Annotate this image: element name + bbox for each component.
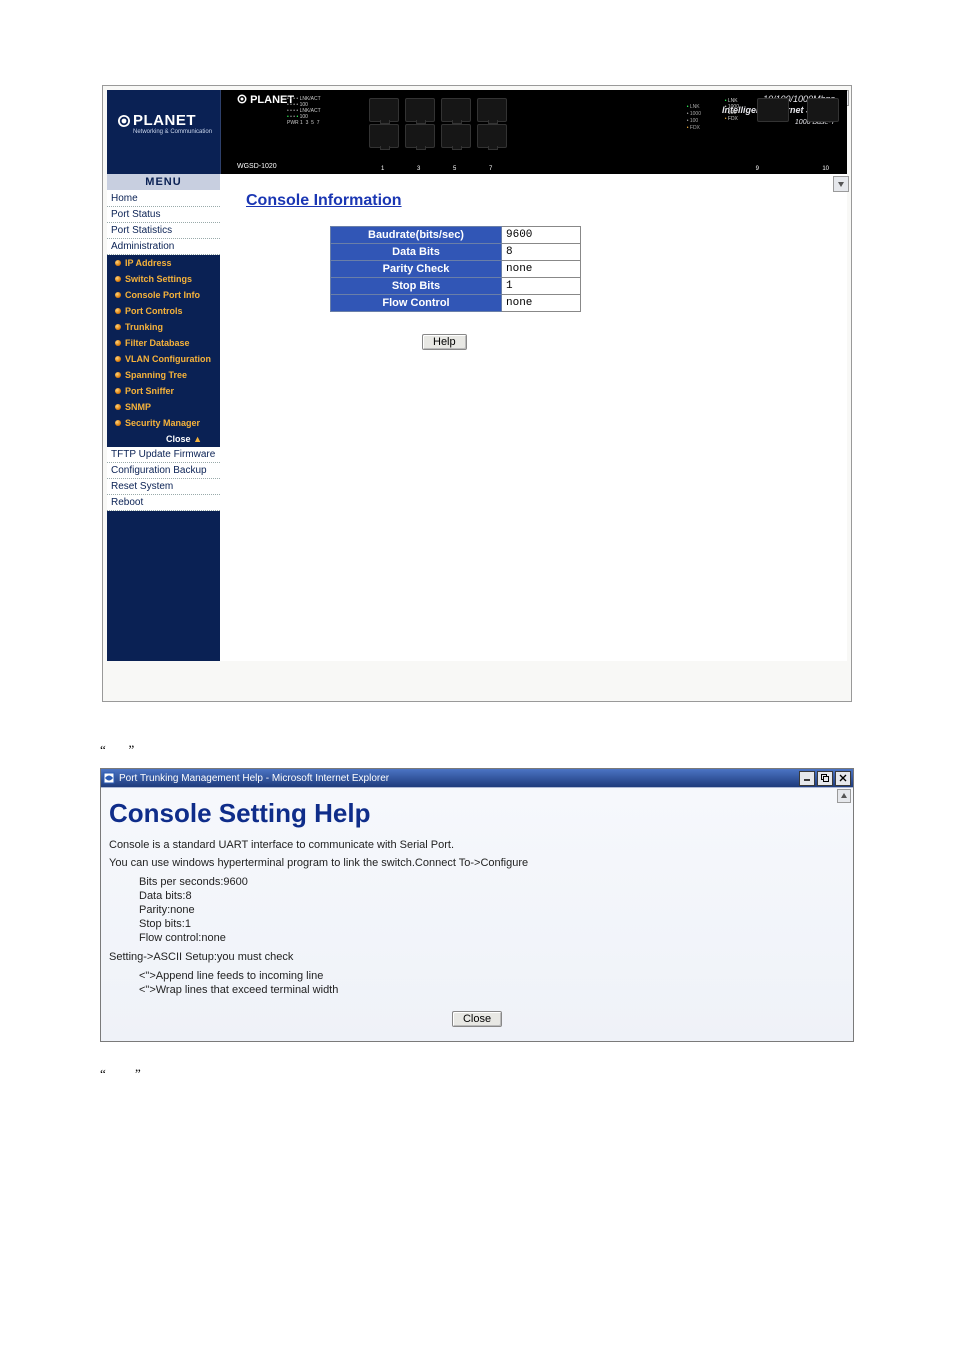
nav-port-sniffer[interactable]: Port Sniffer: [107, 383, 220, 399]
nav-close[interactable]: Close ▲: [107, 431, 220, 447]
help-heading: Console Setting Help: [109, 798, 845, 829]
row-stopbits-value: 1: [502, 278, 581, 295]
help-scroll-up-icon[interactable]: [837, 789, 851, 803]
nav-snmp[interactable]: SNMP: [107, 399, 220, 415]
close-up-icon: ▲: [193, 434, 202, 444]
brand-tagline: Networking & Communication: [107, 129, 220, 135]
device-image: PLANET 10/100/1000Mbps Intelligent Ether…: [221, 90, 847, 174]
nav-tftp-update[interactable]: TFTP Update Firmware: [107, 447, 220, 463]
nav-trunking[interactable]: Trunking: [107, 319, 220, 335]
row-databits-label: Data Bits: [331, 244, 502, 261]
quote-marks-1: “ ”: [100, 742, 954, 758]
nav-filter-database[interactable]: Filter Database: [107, 335, 220, 351]
nav-reboot[interactable]: Reboot: [107, 495, 220, 511]
nav-home[interactable]: Home: [107, 191, 220, 207]
ie-icon: [103, 772, 115, 784]
row-stopbits-label: Stop Bits: [331, 278, 502, 295]
help-window-title: Port Trunking Management Help - Microsof…: [119, 773, 389, 784]
status-leds: • • • • LNK/ACT • • • • 100 • • • • LNK/…: [287, 96, 321, 126]
content-area: Console Information Baudrate(bits/sec)96…: [220, 174, 847, 661]
nav-reset-system[interactable]: Reset System: [107, 479, 220, 495]
nav-port-controls[interactable]: Port Controls: [107, 303, 220, 319]
nav-administration[interactable]: Administration: [107, 239, 220, 255]
help-titlebar: Port Trunking Management Help - Microsof…: [101, 769, 853, 787]
minimize-button[interactable]: [799, 771, 815, 786]
console-info-table: Baudrate(bits/sec)9600 Data Bits8 Parity…: [330, 226, 581, 312]
sidebar: MENU Home Port Status Port Statistics Ad…: [107, 174, 220, 661]
help-window: Port Trunking Management Help - Microsof…: [100, 768, 854, 1042]
nav-config-backup[interactable]: Configuration Backup: [107, 463, 220, 479]
help-button[interactable]: Help: [422, 334, 467, 350]
help-p3: Setting->ASCII Setup:you must check: [109, 951, 845, 963]
row-parity-value: none: [502, 261, 581, 278]
banner: PLANET Networking & Communication PLANET…: [107, 90, 847, 174]
brand-panel: PLANET Networking & Communication: [107, 90, 221, 174]
menu-header: MENU: [107, 174, 220, 191]
help-close-button[interactable]: Close: [452, 1011, 502, 1027]
row-baudrate-label: Baudrate(bits/sec): [331, 227, 502, 244]
help-ascii-block: <">Append line feeds to incoming line <"…: [109, 969, 845, 997]
row-databits-value: 8: [502, 244, 581, 261]
help-settings-block: Bits per seconds:9600 Data bits:8 Parity…: [109, 875, 845, 945]
row-baudrate-value: 9600: [502, 227, 581, 244]
nav-port-status[interactable]: Port Status: [107, 207, 220, 223]
nav-console-port-info[interactable]: Console Port Info: [107, 287, 220, 303]
page-title: Console Information: [246, 192, 837, 210]
device-model: WGSD-1020: [237, 163, 277, 170]
nav-vlan-configuration[interactable]: VLAN Configuration: [107, 351, 220, 367]
ethernet-ports: [369, 98, 507, 148]
close-button[interactable]: [835, 771, 851, 786]
scroll-down-icon[interactable]: [833, 176, 849, 192]
nav-ip-address[interactable]: IP Address: [107, 255, 220, 271]
gigabit-ports: • LNK• 1000• 100• FDX: [725, 98, 839, 122]
row-flowcontrol-value: none: [502, 295, 581, 312]
quote-marks-2: “ ”: [100, 1066, 954, 1082]
nav-spanning-tree[interactable]: Spanning Tree: [107, 367, 220, 383]
device-brand: PLANET: [237, 94, 294, 106]
help-body: Console Setting Help Console is a standa…: [101, 787, 853, 1041]
brand-name: PLANET: [133, 112, 196, 129]
brand-logo: PLANET: [107, 90, 220, 129]
help-p1: Console is a standard UART interface to …: [109, 839, 845, 851]
help-p2: You can use windows hyperterminal progra…: [109, 857, 845, 869]
nav-security-manager[interactable]: Security Manager: [107, 415, 220, 431]
nav-port-statistics[interactable]: Port Statistics: [107, 223, 220, 239]
nav-switch-settings[interactable]: Switch Settings: [107, 271, 220, 287]
row-parity-label: Parity Check: [331, 261, 502, 278]
maximize-button[interactable]: [817, 771, 833, 786]
gigabit-leds: • LNK• 1000• 100• FDX: [687, 104, 701, 132]
switch-admin-app: PLANET Networking & Communication PLANET…: [102, 85, 852, 702]
row-flowcontrol-label: Flow Control: [331, 295, 502, 312]
